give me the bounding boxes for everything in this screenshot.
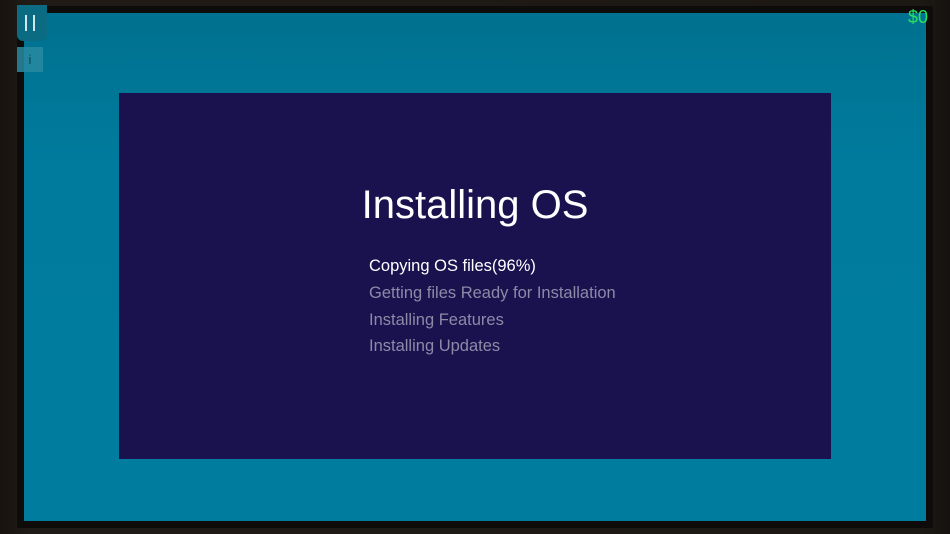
pause-button[interactable] <box>17 5 47 41</box>
install-step-installing-updates: Installing Updates <box>369 337 501 356</box>
monitor-screen: Installing OS Copying OS files(96%) Gett… <box>24 13 926 521</box>
install-steps-list: Copying OS files(96%) Getting files Read… <box>369 257 616 364</box>
install-step-installing-features: Installing Features <box>369 310 504 329</box>
install-title: Installing OS <box>361 183 589 227</box>
game-scene: Installing OS Copying OS files(96%) Gett… <box>0 0 950 534</box>
install-step-getting-ready: Getting files Ready for Installation <box>369 283 616 302</box>
os-install-panel: Installing OS Copying OS files(96%) Gett… <box>119 93 831 459</box>
pause-icon <box>25 15 27 31</box>
install-step-copying-files: Copying OS files(96%) <box>369 257 536 275</box>
info-button[interactable]: i <box>17 47 43 72</box>
money-counter: $0 <box>907 7 928 27</box>
pause-icon-bar <box>33 15 35 31</box>
